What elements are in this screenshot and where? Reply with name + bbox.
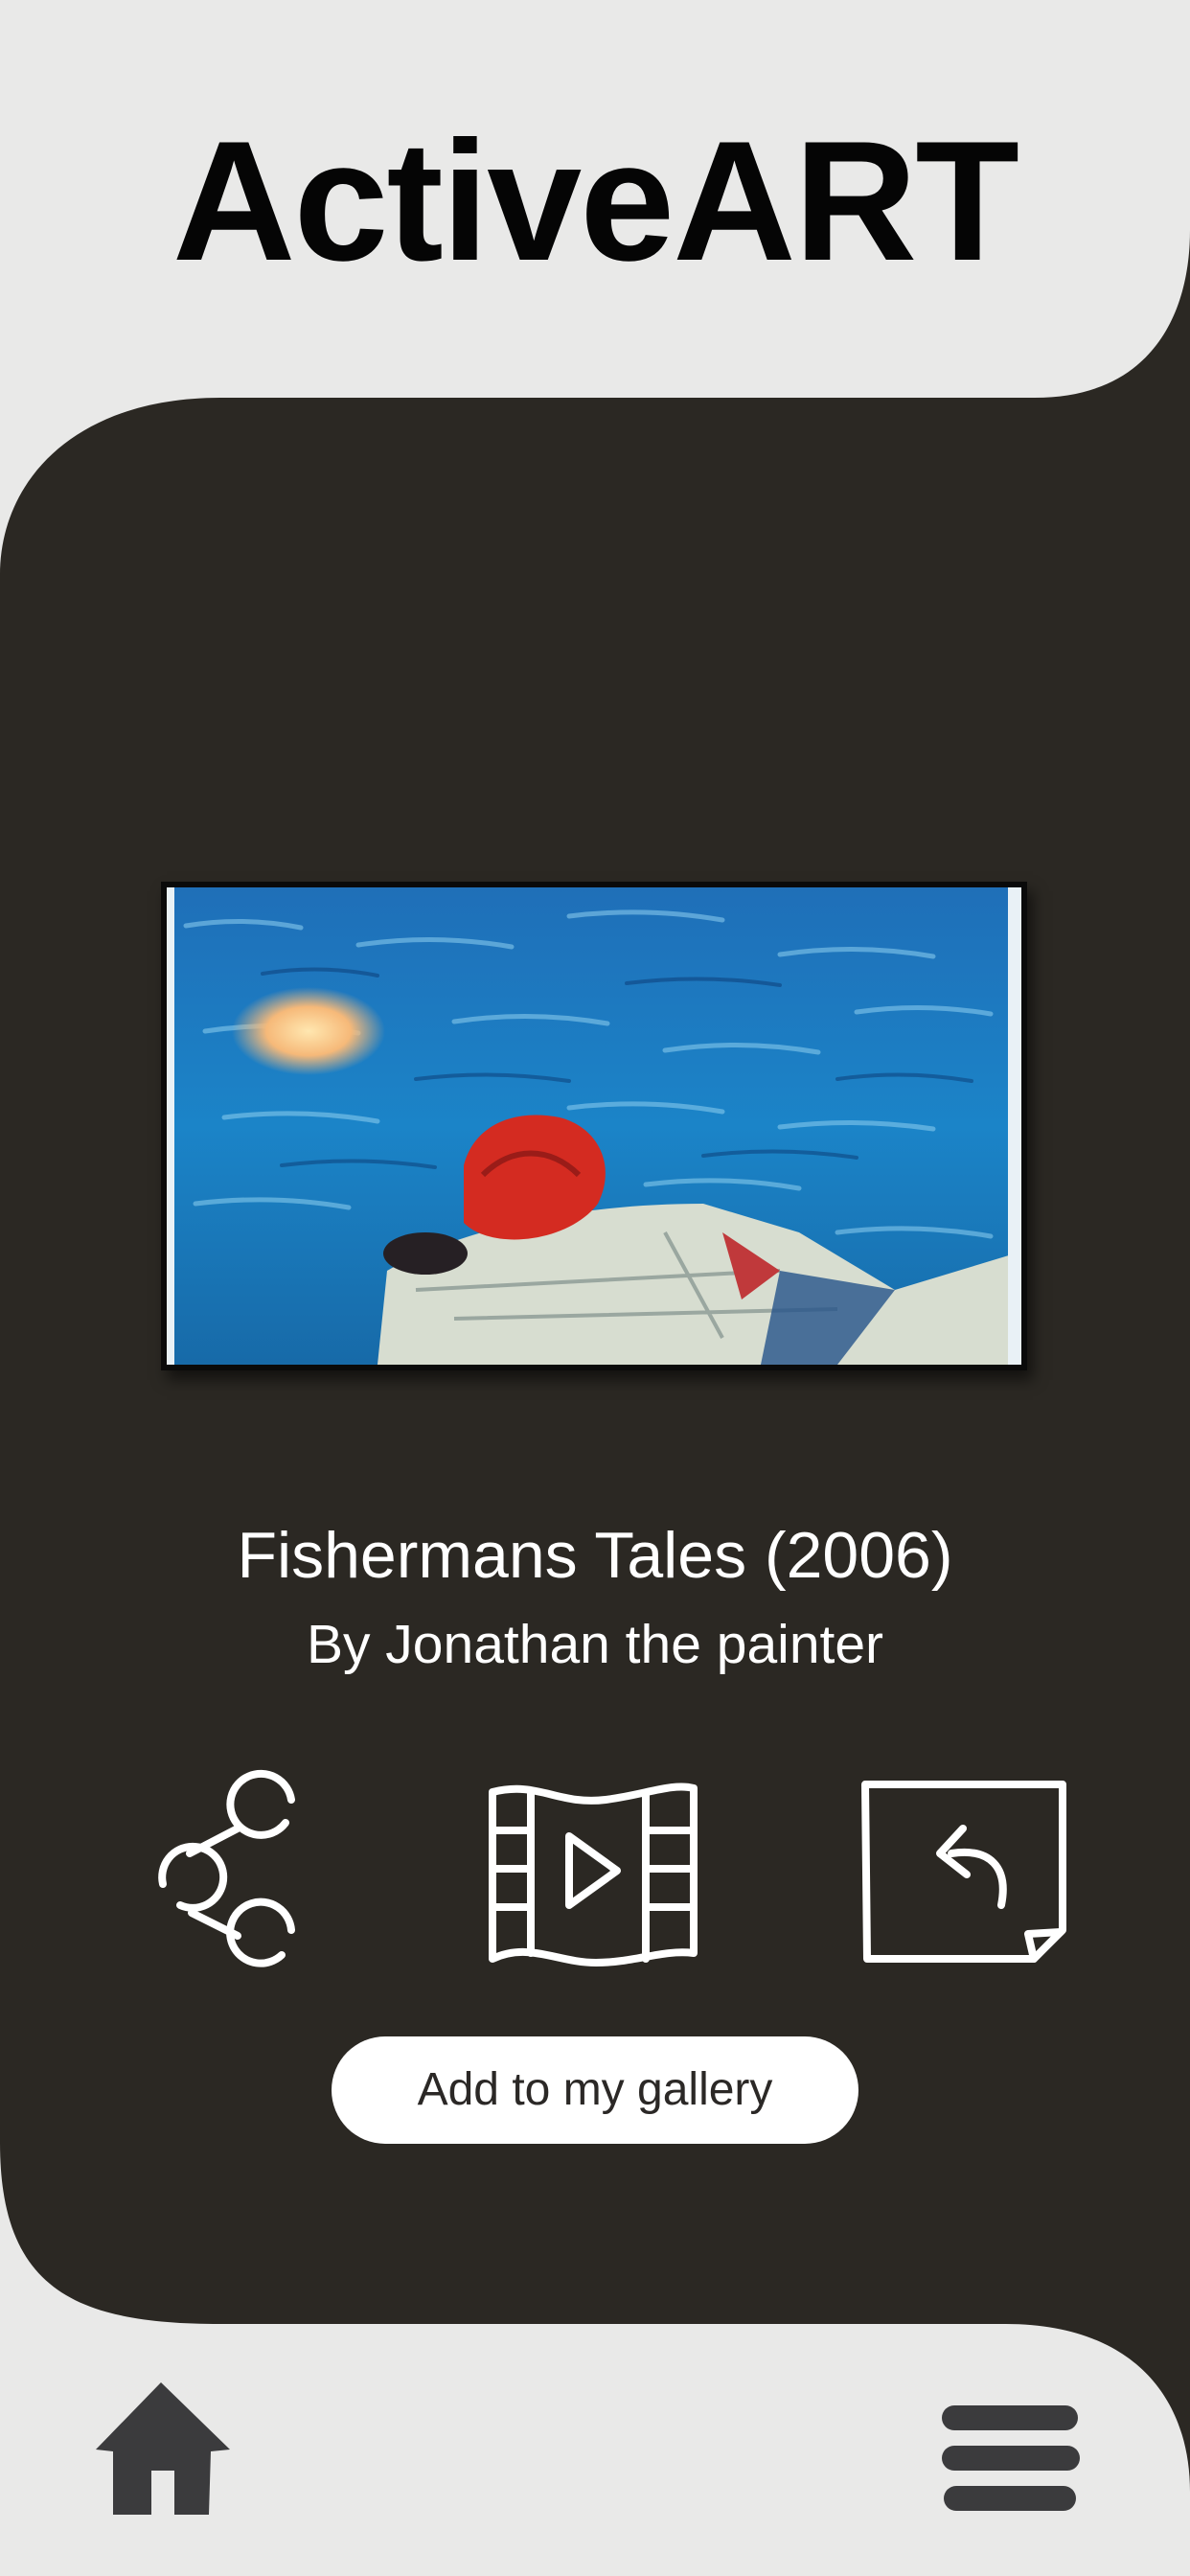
artwork-artist: By Jonathan the painter — [306, 1614, 884, 1675]
return-button[interactable] — [856, 1761, 1076, 1982]
share-icon — [158, 1769, 295, 1967]
share-button[interactable] — [113, 1761, 333, 1982]
add-to-gallery-button[interactable]: Add to my gallery — [332, 2036, 858, 2144]
hamburger-menu-icon — [942, 2405, 1080, 2511]
video-button[interactable] — [481, 1761, 701, 1982]
video-film-icon — [489, 1782, 698, 1966]
menu-button[interactable] — [939, 2401, 1083, 2516]
return-page-icon — [861, 1781, 1066, 1963]
artwork-title: Fishermans Tales (2006) — [237, 1519, 953, 1592]
home-icon — [96, 2382, 230, 2515]
app-header: ActiveART — [0, 0, 1190, 402]
painting-canvas — [167, 887, 1021, 1365]
home-button[interactable] — [86, 2375, 240, 2528]
app-title: ActiveART — [172, 105, 1019, 296]
artwork-image[interactable] — [161, 882, 1027, 1370]
